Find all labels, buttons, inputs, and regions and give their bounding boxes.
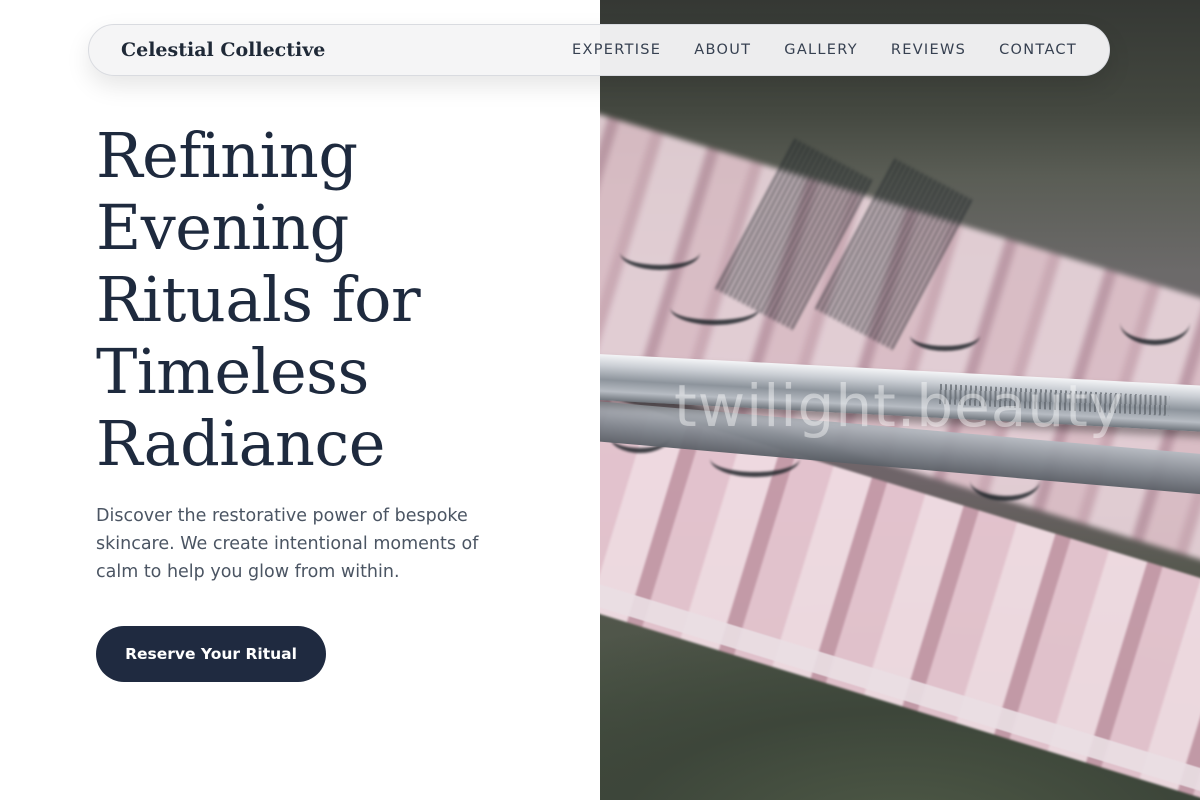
image-watermark: twilight.beauty <box>674 372 1125 440</box>
lash-cluster <box>1120 300 1190 345</box>
nav-link-expertise[interactable]: EXPERTISE <box>572 42 661 58</box>
nav-link-gallery[interactable]: GALLERY <box>784 42 858 58</box>
lash-cluster <box>910 320 980 351</box>
nav-link-contact[interactable]: CONTACT <box>999 42 1077 58</box>
lash-cluster <box>620 235 700 270</box>
hero-subtitle: Discover the restorative power of bespok… <box>96 506 479 582</box>
nav-link-about[interactable]: ABOUT <box>694 42 751 58</box>
nav-links: EXPERTISE ABOUT GALLERY REVIEWS CONTACT <box>572 42 1077 58</box>
nav-link-reviews[interactable]: REVIEWS <box>891 42 966 58</box>
reserve-ritual-button[interactable]: Reserve Your Ritual <box>96 626 326 682</box>
hero-title: Refining Evening Rituals for Timeless Ra… <box>96 119 421 480</box>
hero-image: twilight.beauty <box>600 0 1200 800</box>
brand-logo[interactable]: Celestial Collective <box>121 39 325 61</box>
top-navbar: Celestial Collective EXPERTISE ABOUT GAL… <box>88 24 1110 76</box>
lash-cluster <box>670 290 760 325</box>
